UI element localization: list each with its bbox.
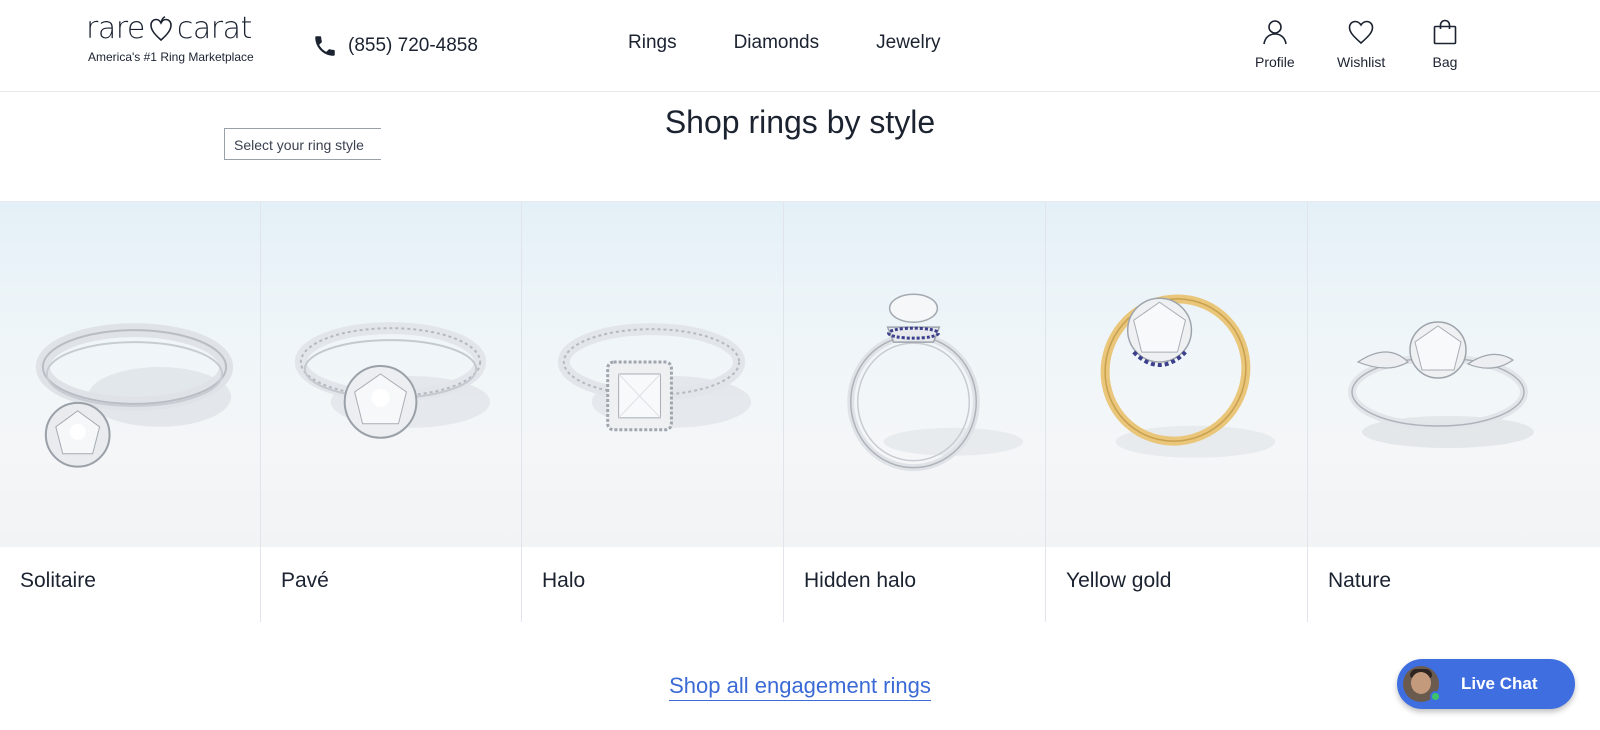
nature-ring-image xyxy=(1308,202,1600,547)
style-label-pave: Pavé xyxy=(281,569,329,592)
style-label-solitaire: Solitaire xyxy=(20,569,96,592)
shopping-bag-icon xyxy=(1433,19,1457,45)
style-card-solitaire[interactable]: Solitaire xyxy=(0,202,261,622)
pave-ring-image xyxy=(261,202,521,547)
style-card-halo[interactable]: Halo xyxy=(522,202,784,622)
style-card-hidden-halo[interactable]: Hidden halo xyxy=(784,202,1046,622)
solitaire-ring-image xyxy=(0,202,260,547)
phone-link[interactable]: (855) 720-4858 xyxy=(312,32,478,60)
logo[interactable]: rare carat America's #1 Ring Marketplace xyxy=(86,14,266,70)
style-label-hidden-halo: Hidden halo xyxy=(804,569,917,592)
phone-number: (855) 720-4858 xyxy=(348,35,478,56)
agent-avatar xyxy=(1403,666,1441,702)
style-label-halo: Halo xyxy=(542,569,586,592)
bag-label: Bag xyxy=(1432,54,1458,70)
heart-icon xyxy=(1348,20,1374,45)
halo-ring-illustration xyxy=(557,323,752,432)
style-label-nature: Nature xyxy=(1328,569,1392,592)
wishlist-label: Wishlist xyxy=(1337,54,1386,70)
logo-wordmark: rare carat xyxy=(86,11,252,46)
shop-all-container: Shop all engagement rings xyxy=(0,673,1600,701)
live-chat-label: Live Chat xyxy=(1461,674,1538,693)
phone-icon xyxy=(315,36,335,56)
style-card-nature[interactable]: Nature xyxy=(1308,202,1600,622)
hidden-halo-ring-illustration xyxy=(847,293,1024,472)
pave-ring-illustration xyxy=(294,322,491,439)
site-header: rare carat America's #1 Ring Marketplace… xyxy=(0,0,1600,92)
main-nav: Rings Diamonds Jewelry xyxy=(628,32,941,54)
heart-logo-icon xyxy=(150,16,172,42)
yellow-gold-ring-image xyxy=(1046,202,1307,547)
bag-button[interactable]: Bag xyxy=(1431,18,1459,70)
profile-button[interactable]: Profile xyxy=(1255,18,1295,70)
online-status-dot xyxy=(1430,691,1441,702)
logo-tagline: America's #1 Ring Marketplace xyxy=(88,50,254,64)
nav-diamonds[interactable]: Diamonds xyxy=(734,32,820,54)
style-card-pave[interactable]: Pavé xyxy=(261,202,522,622)
nav-jewelry[interactable]: Jewelry xyxy=(876,32,940,54)
live-chat-button[interactable]: Live Chat xyxy=(1397,659,1575,709)
style-label-yellow-gold: Yellow gold xyxy=(1066,569,1172,592)
wishlist-button[interactable]: Wishlist xyxy=(1337,18,1385,70)
nav-rings[interactable]: Rings xyxy=(628,32,677,54)
ring-style-grid: Solitaire Pavé Halo Hidden halo Yellow g… xyxy=(0,201,1600,622)
yellow-gold-ring-illustration xyxy=(1100,294,1276,458)
nature-ring-illustration xyxy=(1348,321,1534,448)
solitaire-ring-illustration xyxy=(35,323,234,468)
halo-ring-image xyxy=(522,202,783,547)
profile-label: Profile xyxy=(1255,54,1295,70)
ring-style-select[interactable]: Select your ring style xyxy=(224,128,381,160)
hidden-halo-ring-image xyxy=(784,202,1045,547)
shop-all-engagement-rings-link[interactable]: Shop all engagement rings xyxy=(669,673,931,701)
style-card-yellow-gold[interactable]: Yellow gold xyxy=(1046,202,1308,622)
user-icon xyxy=(1263,20,1287,45)
